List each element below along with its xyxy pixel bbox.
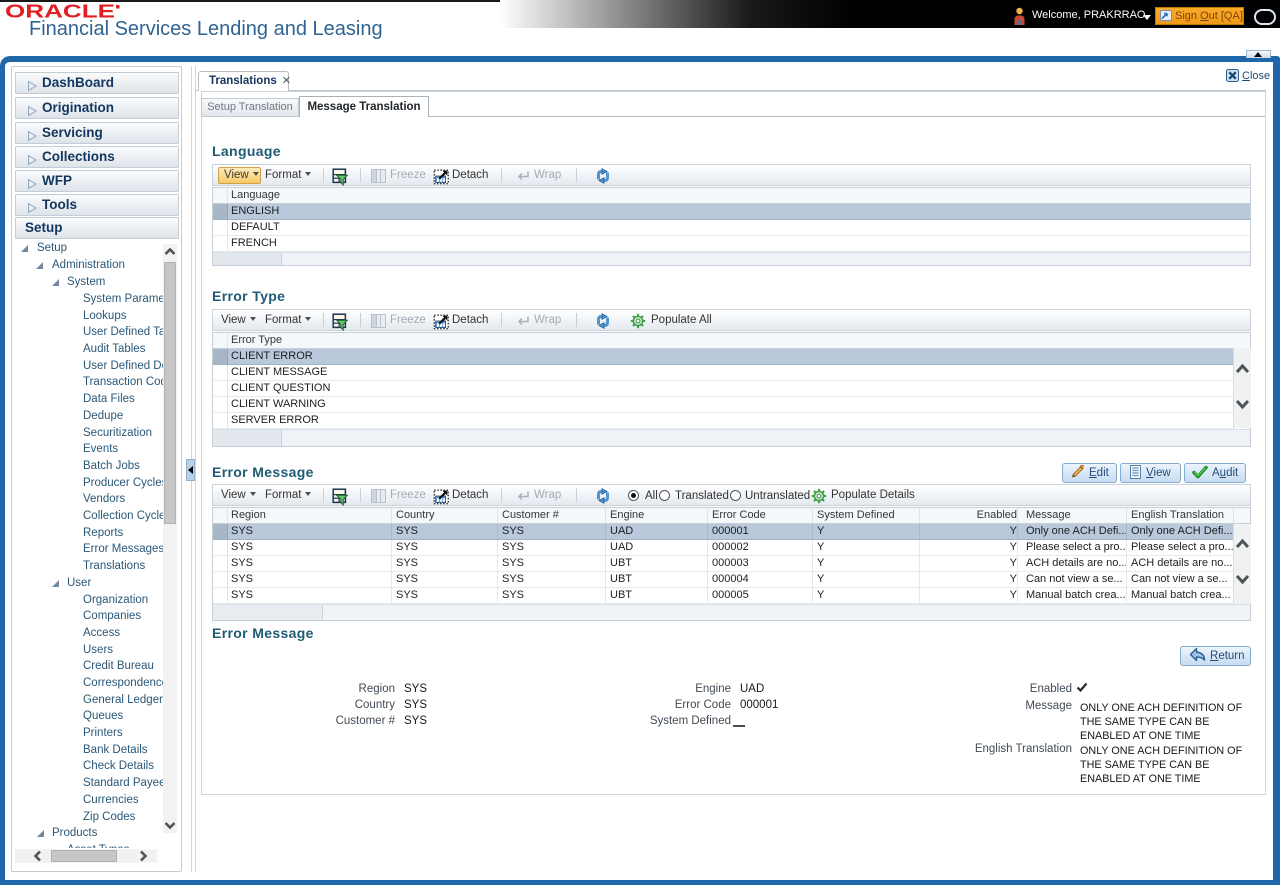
svg-text:ORACLE: ORACLE: [5, 4, 115, 19]
